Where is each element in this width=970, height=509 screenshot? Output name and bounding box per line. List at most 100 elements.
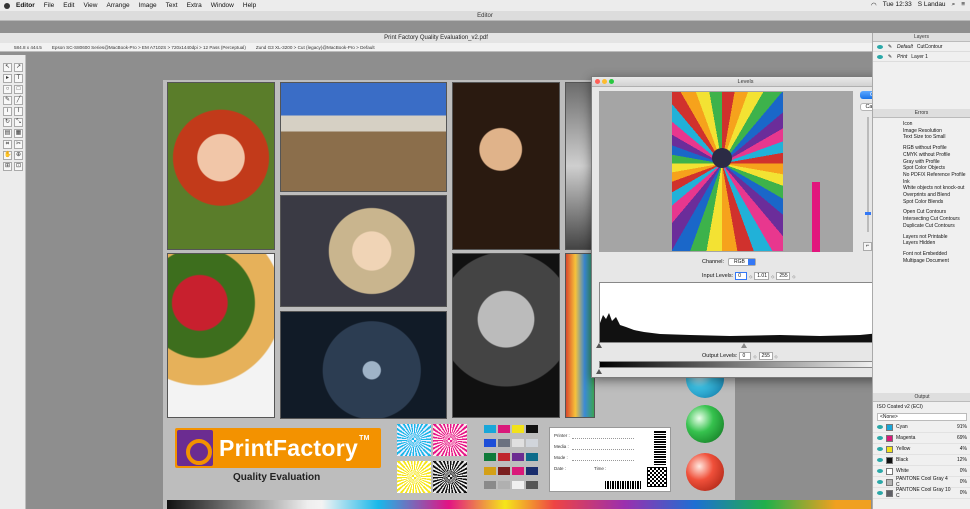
select-tool-icon[interactable]: ↖ [3, 63, 12, 72]
error-item[interactable]: Gray with Profile [873, 159, 970, 166]
menu-extra[interactable]: Extra [187, 2, 202, 9]
error-item[interactable]: Image Resolution [873, 128, 970, 135]
ink-row[interactable]: Black 12% [873, 455, 970, 466]
error-item[interactable]: Intersecting Cut Contours [873, 216, 970, 223]
menu-editor[interactable]: Editor [16, 2, 35, 9]
wifi-icon[interactable]: ◠ [871, 1, 877, 9]
ink-row[interactable]: Magenta 69% [873, 433, 970, 444]
rotate-tool-icon[interactable]: ↻ [3, 118, 12, 127]
photo-blonde-portrait[interactable] [280, 195, 447, 307]
menu-icon[interactable]: ≡ [961, 1, 965, 9]
apple-icon[interactable] [4, 2, 10, 9]
error-item[interactable]: Duplicate Cut Contours [873, 223, 970, 230]
node-tool-icon[interactable]: ▸ [3, 74, 12, 83]
input-level-sliders[interactable] [596, 343, 890, 349]
menu-help[interactable]: Help [243, 2, 256, 9]
menu-view[interactable]: View [83, 2, 97, 9]
clock[interactable]: Tue 12:33 [883, 1, 912, 9]
minimize-button[interactable] [602, 79, 607, 84]
edit-pen-icon[interactable]: ✎ [887, 44, 893, 50]
visibility-eye-icon[interactable] [877, 469, 883, 473]
edit-pen-icon[interactable]: ✎ [887, 54, 893, 60]
visibility-eye-icon[interactable] [877, 425, 883, 429]
input-gamma-stepper[interactable]: ◇ [771, 274, 774, 279]
output-white-stepper[interactable]: ◇ [775, 354, 778, 359]
error-item[interactable]: Overprints and Blend [873, 192, 970, 199]
input-white-field[interactable]: 255 [776, 272, 791, 280]
line-tool-icon[interactable]: ╱ [14, 96, 23, 105]
error-item[interactable]: Spot Color Blends [873, 199, 970, 206]
output-profile-select[interactable]: <None> [877, 413, 967, 421]
user-name[interactable]: S Landau [918, 1, 946, 9]
menu-edit[interactable]: Edit [63, 2, 74, 9]
levels-preview[interactable] [599, 91, 853, 252]
ink-row[interactable]: Yellow 4% [873, 444, 970, 455]
menu-image[interactable]: Image [139, 2, 157, 9]
error-item[interactable]: Icon [873, 121, 970, 128]
error-item[interactable]: RGB without Profile [873, 145, 970, 152]
channel-select[interactable]: RGB [728, 258, 757, 266]
visibility-eye-icon[interactable] [877, 458, 883, 462]
visibility-eye-icon[interactable] [877, 436, 883, 440]
gradient-tool-icon[interactable]: ▤ [3, 129, 12, 138]
error-item[interactable]: No PDF/X Reference Profile [873, 172, 970, 179]
output-black-slider[interactable] [596, 369, 602, 374]
hand-tool-icon[interactable]: ✋ [3, 151, 12, 160]
menu-arrange[interactable]: Arrange [106, 2, 129, 9]
search-icon[interactable]: ⌕ [952, 1, 956, 9]
close-button[interactable] [595, 79, 600, 84]
input-black-stepper[interactable]: ◇ [749, 274, 752, 279]
error-item[interactable]: Spot Color Objects [873, 165, 970, 172]
input-white-stepper[interactable]: ◇ [792, 274, 795, 279]
input-gamma-slider[interactable] [741, 343, 747, 348]
preview-zoom-slider[interactable] [865, 117, 871, 232]
visibility-eye-icon[interactable] [877, 480, 883, 484]
measure-tool-icon[interactable]: ⊞ [3, 162, 12, 171]
output-black-field[interactable]: 0 [739, 352, 752, 360]
brush-tool-icon[interactable]: ≀ [3, 107, 12, 116]
error-item[interactable]: CMYK without Profile [873, 152, 970, 159]
menu-file[interactable]: File [44, 2, 54, 9]
pen-tool-icon[interactable]: ✎ [3, 96, 12, 105]
photo-woman-dark[interactable] [452, 82, 560, 250]
zoom-button[interactable] [609, 79, 614, 84]
text-tool-icon[interactable]: T [14, 74, 23, 83]
zoom-slider-thumb[interactable] [865, 212, 871, 215]
grid-tool-icon[interactable]: ⊡ [14, 162, 23, 171]
visibility-eye-icon[interactable] [877, 44, 883, 49]
ink-row[interactable]: PANTONE Cool Gray 10 C 0% [873, 487, 970, 499]
photo-fruit-plate[interactable] [167, 253, 275, 418]
visibility-eye-icon[interactable] [877, 491, 883, 495]
printer-setup[interactable]: Epson SC-S80600 Series@MacBook-Pro > EM … [52, 45, 246, 50]
output-black-stepper[interactable]: ◇ [753, 354, 756, 359]
zoom-tool-icon[interactable]: ⊕ [14, 151, 23, 160]
knife-tool-icon[interactable]: ✂ [14, 140, 23, 149]
black-point-eyedropper-icon[interactable]: ⌐ [863, 242, 872, 251]
error-item[interactable]: Text Size too Small [873, 134, 970, 141]
rectangle-tool-icon[interactable]: □ [14, 85, 23, 94]
error-item[interactable]: Layers Hidden [873, 240, 970, 247]
photo-geyser-landscape[interactable] [280, 82, 447, 192]
menu-text[interactable]: Text [166, 2, 178, 9]
cutter-setup[interactable]: Zund G3 XL-3200 > Cut (legacy)@MacBook-P… [256, 45, 375, 50]
output-white-field[interactable]: 255 [758, 352, 773, 360]
error-item[interactable]: Multipage Document [873, 258, 970, 265]
input-black-field[interactable]: 0 [735, 272, 748, 280]
input-gamma-field[interactable]: 1.01 [754, 272, 770, 280]
input-black-slider[interactable] [596, 343, 602, 348]
visibility-eye-icon[interactable] [877, 447, 883, 451]
ink-row[interactable]: Cyan 91% [873, 422, 970, 433]
visibility-eye-icon[interactable] [877, 54, 883, 59]
photo-old-man-bw[interactable] [452, 253, 560, 418]
output-level-sliders[interactable] [596, 369, 890, 375]
photo-redhead-portrait[interactable] [167, 82, 275, 250]
direct-select-tool-icon[interactable]: ↗ [14, 63, 23, 72]
error-item[interactable]: Open Cut Contours [873, 209, 970, 216]
menu-window[interactable]: Window [211, 2, 234, 9]
layer-row-print[interactable]: ✎ Print Layer 1 [873, 52, 970, 62]
error-item[interactable]: White objects not knock-out [873, 185, 970, 192]
crop-tool-icon[interactable]: ⌗ [3, 140, 12, 149]
error-item[interactable]: Ink [873, 179, 970, 186]
eyedropper-tool-icon[interactable]: ⌇ [14, 107, 23, 116]
ellipse-tool-icon[interactable]: ○ [3, 85, 12, 94]
